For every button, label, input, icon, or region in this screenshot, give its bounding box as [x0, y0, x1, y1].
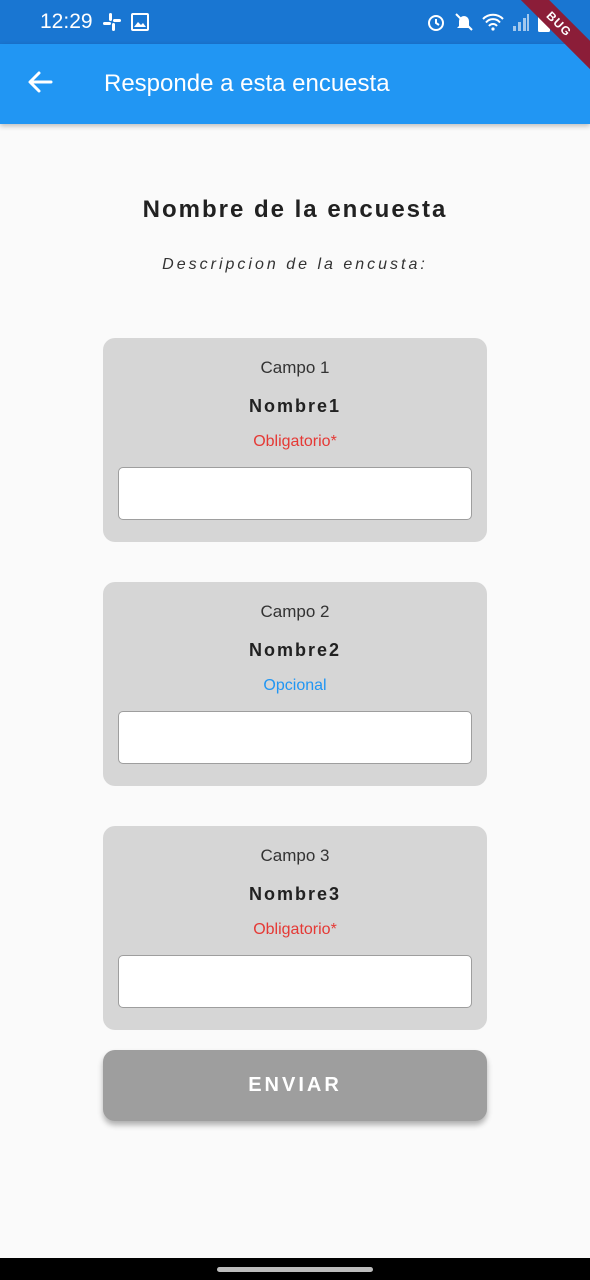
status-right-icons — [426, 12, 550, 32]
field-index-label: Campo 1 — [260, 358, 330, 377]
arrow-back-icon — [27, 69, 53, 100]
field-index-label: Campo 3 — [260, 846, 330, 865]
field-3-input[interactable] — [118, 955, 472, 1008]
status-left-icons — [102, 12, 150, 32]
field-name: Nombre2 — [248, 640, 342, 660]
alarm-icon — [426, 12, 446, 32]
page-title: Responde a esta encuesta — [104, 70, 390, 97]
back-button[interactable] — [20, 64, 60, 104]
status-bar: 12:29 — [0, 0, 590, 44]
app-bar: Responde a esta encuesta — [0, 44, 590, 124]
field-name: Nombre1 — [248, 396, 342, 416]
signal-icon — [512, 12, 530, 32]
survey-description: Descripcion de la encusta: — [162, 256, 428, 273]
status-time: 12:29 — [40, 10, 93, 33]
field-1-input[interactable] — [118, 467, 472, 520]
wifi-icon — [482, 12, 504, 32]
field-card: Campo 2 Nombre2 Opcional — [103, 582, 487, 786]
system-nav-bar — [0, 1258, 590, 1280]
submit-button[interactable]: ENVIAR — [103, 1050, 487, 1121]
home-gesture-handle[interactable] — [217, 1267, 373, 1272]
field-requirement: Opcional — [263, 677, 327, 694]
mute-icon — [454, 12, 474, 32]
field-card: Campo 1 Nombre1 Obligatorio* — [103, 338, 487, 542]
image-icon — [130, 12, 150, 32]
field-index-label: Campo 2 — [260, 602, 330, 621]
field-name: Nombre3 — [248, 884, 342, 904]
field-requirement: Obligatorio* — [253, 433, 337, 450]
survey-title: Nombre de la encuesta — [142, 196, 448, 223]
field-2-input[interactable] — [118, 711, 472, 764]
field-requirement: Obligatorio* — [253, 921, 337, 938]
slack-icon — [102, 12, 122, 32]
field-card: Campo 3 Nombre3 Obligatorio* — [103, 826, 487, 1030]
